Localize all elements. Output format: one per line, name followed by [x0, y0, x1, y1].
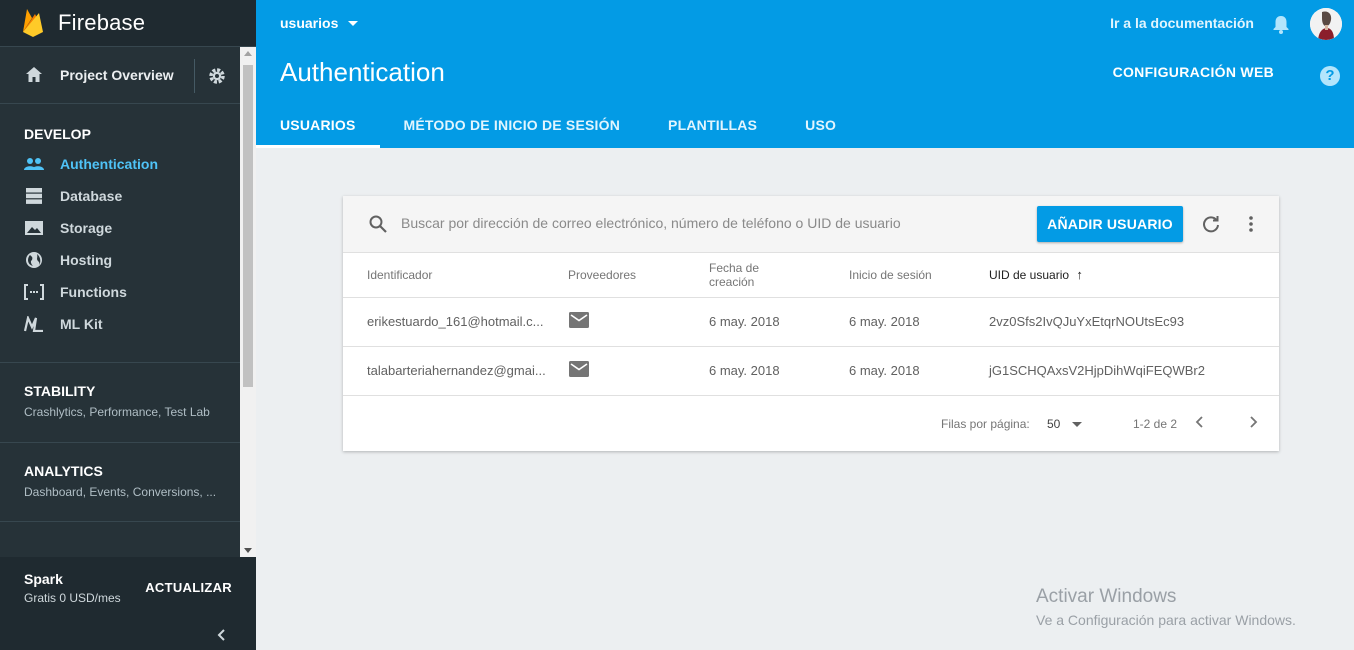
rows-per-page-select[interactable]: 50	[1047, 417, 1060, 431]
globe-icon	[24, 250, 44, 270]
sidebar-item-label: Database	[60, 188, 123, 204]
column-created-label: Fecha de creación	[709, 260, 760, 289]
more-vert-icon[interactable]	[1241, 214, 1261, 234]
sidebar-item-label: ML Kit	[60, 316, 103, 332]
bell-icon[interactable]	[1270, 13, 1292, 35]
windows-activation-watermark: Activar Windows Ve a Configuración para …	[1036, 586, 1296, 628]
watermark-subtitle: Ve a Configuración para activar Windows.	[1036, 612, 1296, 628]
users-card: AÑADIR USUARIO Identificador Proveedores…	[343, 196, 1279, 451]
user-identifier: erikestuardo_161@hotmail.c...	[367, 314, 544, 329]
chevron-right-icon[interactable]	[1246, 415, 1260, 429]
project-overview-label: Project Overview	[60, 67, 174, 83]
column-identifier[interactable]: Identificador	[343, 253, 568, 298]
plan-price: Gratis 0 USD/mes	[24, 591, 121, 605]
web-config-button[interactable]: CONFIGURACIÓN WEB	[1113, 64, 1274, 80]
docs-link[interactable]: Ir a la documentación	[1110, 15, 1254, 31]
sidebar-item-storage[interactable]: Storage	[0, 212, 240, 244]
sidebar-item-label: Authentication	[60, 156, 158, 172]
scroll-thumb[interactable]	[243, 65, 253, 387]
chevron-down-icon[interactable]	[1072, 421, 1082, 427]
email-icon	[569, 311, 589, 328]
table-header-row: Identificador Proveedores Fecha de creac…	[343, 253, 1279, 298]
people-icon	[24, 154, 44, 174]
tabs: USUARIOS MÉTODO DE INICIO DE SESIÓN PLAN…	[256, 104, 860, 148]
created-date: 6 may. 2018	[709, 297, 849, 347]
sidebar-nav: Project Overview DEVELOP Authentication …	[0, 47, 256, 557]
table-row[interactable]: erikestuardo_161@hotmail.c... 6 may. 201…	[343, 297, 1279, 347]
brand[interactable]: Firebase	[0, 0, 256, 47]
group-title: STABILITY	[24, 383, 96, 399]
user-uid: 2vz0Sfs2IvQJuYxEtqrNOUtsEc93	[989, 297, 1279, 347]
users-toolbar: AÑADIR USUARIO	[343, 196, 1279, 253]
sidebar-item-functions[interactable]: Functions	[0, 276, 240, 308]
database-icon	[24, 186, 44, 206]
header: usuarios Ir a la documentación Authentic…	[256, 0, 1354, 148]
column-created[interactable]: Fecha de creación	[709, 253, 849, 298]
chevron-left-icon[interactable]	[1193, 415, 1207, 429]
created-date: 6 may. 2018	[709, 346, 849, 396]
sidebar-item-ml-kit[interactable]: ML Kit	[0, 308, 240, 340]
user-uid: jG1SCHQAxsV2HjpDihWqiFEQWBr2	[989, 346, 1279, 396]
sort-arrow-icon: ↑	[1076, 267, 1083, 283]
column-uid[interactable]: UID de usuario ↑	[989, 253, 1279, 298]
project-selector[interactable]: usuarios	[280, 15, 359, 31]
sidebar-scrollbar[interactable]	[240, 47, 256, 557]
sidebar-item-label: Hosting	[60, 252, 113, 268]
add-user-button[interactable]: AÑADIR USUARIO	[1037, 206, 1183, 242]
home-icon	[26, 67, 42, 82]
column-signed-in[interactable]: Inicio de sesión	[849, 253, 989, 298]
avatar[interactable]	[1310, 8, 1342, 40]
project-name: usuarios	[280, 15, 339, 31]
tab-users[interactable]: USUARIOS	[256, 104, 380, 148]
refresh-icon[interactable]	[1201, 214, 1221, 234]
signed-in-date: 6 may. 2018	[849, 346, 989, 396]
help-icon[interactable]: ?	[1320, 66, 1340, 86]
sidebar-item-label: Storage	[60, 220, 113, 236]
search-icon	[369, 215, 387, 233]
group-subtitle: Dashboard, Events, Conversions, ...	[24, 485, 217, 499]
brand-name: Firebase	[58, 10, 146, 35]
sidebar-group-analytics[interactable]: ANALYTICS Dashboard, Events, Conversions…	[0, 442, 240, 522]
firebase-logo-icon	[23, 9, 43, 37]
scroll-up-icon[interactable]	[244, 51, 252, 56]
collapse-sidebar[interactable]	[0, 619, 256, 650]
group-title: ANALYTICS	[24, 463, 103, 479]
functions-icon	[24, 282, 44, 302]
storage-icon	[24, 218, 44, 238]
table-row[interactable]: talabarteriahernandez@gmai... 6 may. 201…	[343, 346, 1279, 396]
user-identifier: talabarteriahernandez@gmai...	[367, 363, 546, 378]
column-providers: Proveedores	[568, 253, 709, 298]
scroll-down-icon[interactable]	[244, 548, 252, 553]
watermark-title: Activar Windows	[1036, 586, 1177, 607]
gear-icon[interactable]	[207, 66, 227, 86]
sidebar-group-stability[interactable]: STABILITY Crashlytics, Performance, Test…	[0, 362, 240, 442]
sidebar-item-database[interactable]: Database	[0, 180, 240, 212]
plan-panel: Spark Gratis 0 USD/mes ACTUALIZAR	[0, 557, 256, 619]
tab-sign-in-method[interactable]: MÉTODO DE INICIO DE SESIÓN	[380, 104, 645, 148]
project-overview[interactable]: Project Overview	[0, 47, 240, 104]
rows-per-page-label: Filas por página:	[941, 416, 1030, 431]
chevron-left-icon[interactable]	[215, 628, 229, 642]
sidebar: Firebase Project Overview DEVELOP Authen…	[0, 0, 256, 650]
sidebar-item-label: Functions	[60, 284, 127, 300]
search-input[interactable]	[401, 210, 981, 236]
column-uid-label: UID de usuario	[989, 268, 1070, 283]
page-range: 1-2 de 2	[1133, 416, 1178, 431]
upgrade-button[interactable]: ACTUALIZAR	[145, 580, 232, 595]
users-table: Identificador Proveedores Fecha de creac…	[343, 253, 1279, 396]
plan-name: Spark	[24, 571, 63, 587]
sidebar-item-authentication[interactable]: Authentication	[0, 148, 240, 180]
group-subtitle: Crashlytics, Performance, Test Lab	[24, 405, 210, 419]
chevron-down-icon	[348, 20, 359, 26]
signed-in-date: 6 may. 2018	[849, 297, 989, 347]
email-icon	[569, 360, 589, 377]
divider	[194, 59, 195, 93]
tab-usage[interactable]: USO	[781, 104, 860, 148]
page-title: Authentication	[280, 57, 445, 87]
ml-kit-icon	[24, 314, 44, 334]
sidebar-item-hosting[interactable]: Hosting	[0, 244, 240, 276]
tab-templates[interactable]: PLANTILLAS	[644, 104, 781, 148]
pagination: Filas por página: 50 1-2 de 2	[343, 396, 1279, 451]
